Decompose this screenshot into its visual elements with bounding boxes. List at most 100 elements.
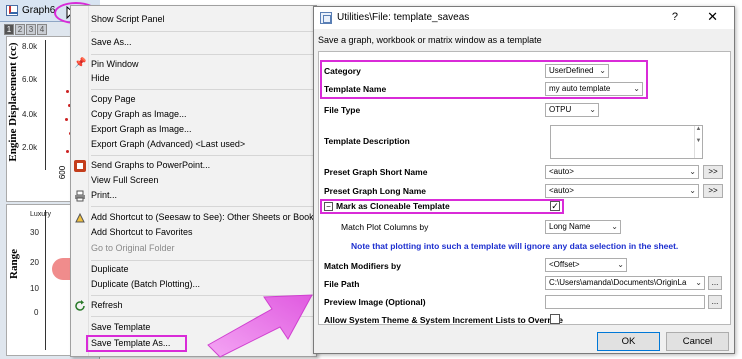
pin-icon: 📌 <box>74 58 87 69</box>
preset-long-name-arrows-button[interactable]: >> <box>703 184 723 198</box>
data-point <box>66 90 69 93</box>
data-point <box>66 150 69 153</box>
menu-item-save-template[interactable]: Save Template <box>91 320 150 335</box>
chevron-down-icon: ⌄ <box>689 186 696 195</box>
chevron-down-icon: ⌄ <box>611 222 618 231</box>
category-dropdown[interactable]: UserDefined ⌄ <box>545 64 609 78</box>
match-plot-columns-dropdown[interactable]: Long Name ⌄ <box>545 220 621 234</box>
menu-item-hide[interactable]: Hide <box>91 71 110 86</box>
menu-item-duplicate-batch-plotting[interactable]: Duplicate (Batch Plotting)... <box>91 277 200 292</box>
dialog-description: Save a graph, workbook or matrix window … <box>318 35 542 45</box>
preview-image-label: Preview Image (Optional) <box>324 297 426 307</box>
legend-label: Luxury <box>30 211 52 218</box>
menu-separator <box>91 155 313 156</box>
cloneable-checkbox[interactable]: ✓ <box>550 201 560 211</box>
y-tick-top: 8.0k <box>22 42 38 51</box>
save-template-as-highlight <box>86 335 187 352</box>
refresh-icon <box>75 300 85 311</box>
preset-long-name-value: <auto> <box>549 186 574 195</box>
shortcut-icon <box>75 212 85 223</box>
template-description-textarea[interactable]: ▲ ▼ <box>550 125 703 159</box>
template-name-value: my auto template <box>549 84 611 93</box>
menu-item-refresh[interactable]: Refresh <box>91 298 123 313</box>
graph-window-icon <box>6 5 18 16</box>
menu-item-send-graphs-to-powerpoint[interactable]: Send Graphs to PowerPoint... <box>91 158 210 173</box>
pointer-arrow-icon <box>207 294 313 358</box>
collapse-toggle[interactable]: − <box>324 202 333 211</box>
menu-item-add-shortcut-favorites[interactable]: Add Shortcut to Favorites <box>91 225 193 240</box>
menu-item-show-script-panel[interactable]: Show Script Panel <box>91 12 165 27</box>
menu-item-save-as[interactable]: Save As... <box>91 35 132 50</box>
cloneable-note: Note that plotting into such a template … <box>351 241 679 251</box>
cancel-button[interactable]: Cancel <box>666 332 729 351</box>
menu-item-duplicate[interactable]: Duplicate <box>91 262 129 277</box>
file-type-dropdown[interactable]: OTPU ⌄ <box>545 103 599 117</box>
menu-item-copy-graph-as-image[interactable]: Copy Graph as Image... <box>91 107 187 122</box>
preset-long-name-label: Preset Graph Long Name <box>324 186 427 196</box>
chevron-down-icon: ⌄ <box>617 260 624 269</box>
menu-item-export-graph-advanced[interactable]: Export Graph (Advanced) <Last used> <box>91 137 245 152</box>
x-tick-top: 600 <box>58 165 68 180</box>
preset-short-name-value: <auto> <box>549 167 574 176</box>
menu-item-add-shortcut-seesaw[interactable]: Add Shortcut to (Seesaw to See): Other S… <box>91 210 318 225</box>
match-modifiers-value: <Offset> <box>549 260 580 269</box>
help-button[interactable]: ? <box>672 11 678 23</box>
layer-tab-4[interactable]: 4 <box>37 24 47 35</box>
close-icon[interactable]: ✕ <box>707 9 718 25</box>
chevron-down-icon: ⌄ <box>695 278 702 287</box>
match-plot-columns-value: Long Name <box>549 222 591 231</box>
menu-item-go-to-original-folder[interactable]: Go to Original Folder <box>91 241 175 256</box>
template-name-combo[interactable]: my auto template ⌄ <box>545 82 643 96</box>
menu-separator <box>91 89 313 90</box>
menu-separator <box>91 31 313 32</box>
file-type-value: OTPU <box>549 105 572 114</box>
y-axis-label-bottom: Range <box>8 249 20 279</box>
description-scrollbar[interactable]: ▲ ▼ <box>694 126 702 158</box>
menu-item-export-graph-as-image[interactable]: Export Graph as Image... <box>91 122 192 137</box>
y-tick-bottom: 30 <box>30 228 39 237</box>
file-path-combo[interactable]: C:\Users\amanda\Documents\OriginLa ⌄ <box>545 276 705 290</box>
y-tick-bottom: 10 <box>30 284 39 293</box>
file-type-label: File Type <box>324 105 361 115</box>
match-modifiers-label: Match Modifiers by <box>324 261 401 271</box>
dialog-title: Utilities\File: template_saveas <box>337 12 470 23</box>
dialog-app-icon <box>320 12 332 24</box>
data-point <box>65 118 68 121</box>
preset-long-name-combo[interactable]: <auto> ⌄ <box>545 184 699 198</box>
dialog-settings-panel: Category UserDefined ⌄ Template Name my … <box>318 51 731 325</box>
file-path-label: File Path <box>324 279 360 289</box>
y-tick-top: 2.0k <box>22 143 38 152</box>
menu-item-print[interactable]: Print... <box>91 188 117 203</box>
chevron-down-icon: ⌄ <box>689 167 696 176</box>
category-value: UserDefined <box>549 66 594 75</box>
chevron-down-icon: ⌄ <box>599 66 606 75</box>
y-axis-line-bottom <box>45 210 46 350</box>
y-tick-top: 6.0k <box>22 75 38 84</box>
layer-tab-3[interactable]: 3 <box>26 24 36 35</box>
chevron-down-icon: ⌄ <box>589 105 596 114</box>
y-axis-label-top: Engine Displacement (cc) <box>7 42 19 162</box>
menu-item-pin-window[interactable]: Pin Window <box>91 57 139 72</box>
allow-theme-checkbox[interactable] <box>550 314 560 324</box>
preview-image-field[interactable] <box>545 295 705 309</box>
dialog-titlebar[interactable]: Utilities\File: template_saveas ? ✕ <box>314 7 734 29</box>
ok-button[interactable]: OK <box>597 332 660 351</box>
menu-separator <box>91 54 313 55</box>
template-name-label: Template Name <box>324 84 387 94</box>
template-description-label: Template Description <box>324 136 410 146</box>
template-saveas-dialog: Utilities\File: template_saveas ? ✕ Save… <box>313 6 735 354</box>
preset-short-name-label: Preset Graph Short Name <box>324 167 428 177</box>
printer-icon <box>75 190 85 202</box>
file-path-browse-button[interactable]: ... <box>708 276 722 290</box>
menu-item-view-full-screen[interactable]: View Full Screen <box>91 173 158 188</box>
menu-item-copy-page[interactable]: Copy Page <box>91 92 136 107</box>
preset-short-name-combo[interactable]: <auto> ⌄ <box>545 165 699 179</box>
chevron-down-icon: ⌄ <box>633 84 640 93</box>
cloneable-label: Mark as Cloneable Template <box>336 201 450 211</box>
y-tick-top: 4.0k <box>22 110 38 119</box>
preset-short-name-arrows-button[interactable]: >> <box>703 165 723 179</box>
allow-theme-label: Allow System Theme & System Increment Li… <box>324 315 564 325</box>
match-modifiers-dropdown[interactable]: <Offset> ⌄ <box>545 258 627 272</box>
powerpoint-icon <box>74 160 86 172</box>
preview-image-browse-button[interactable]: ... <box>708 295 722 309</box>
